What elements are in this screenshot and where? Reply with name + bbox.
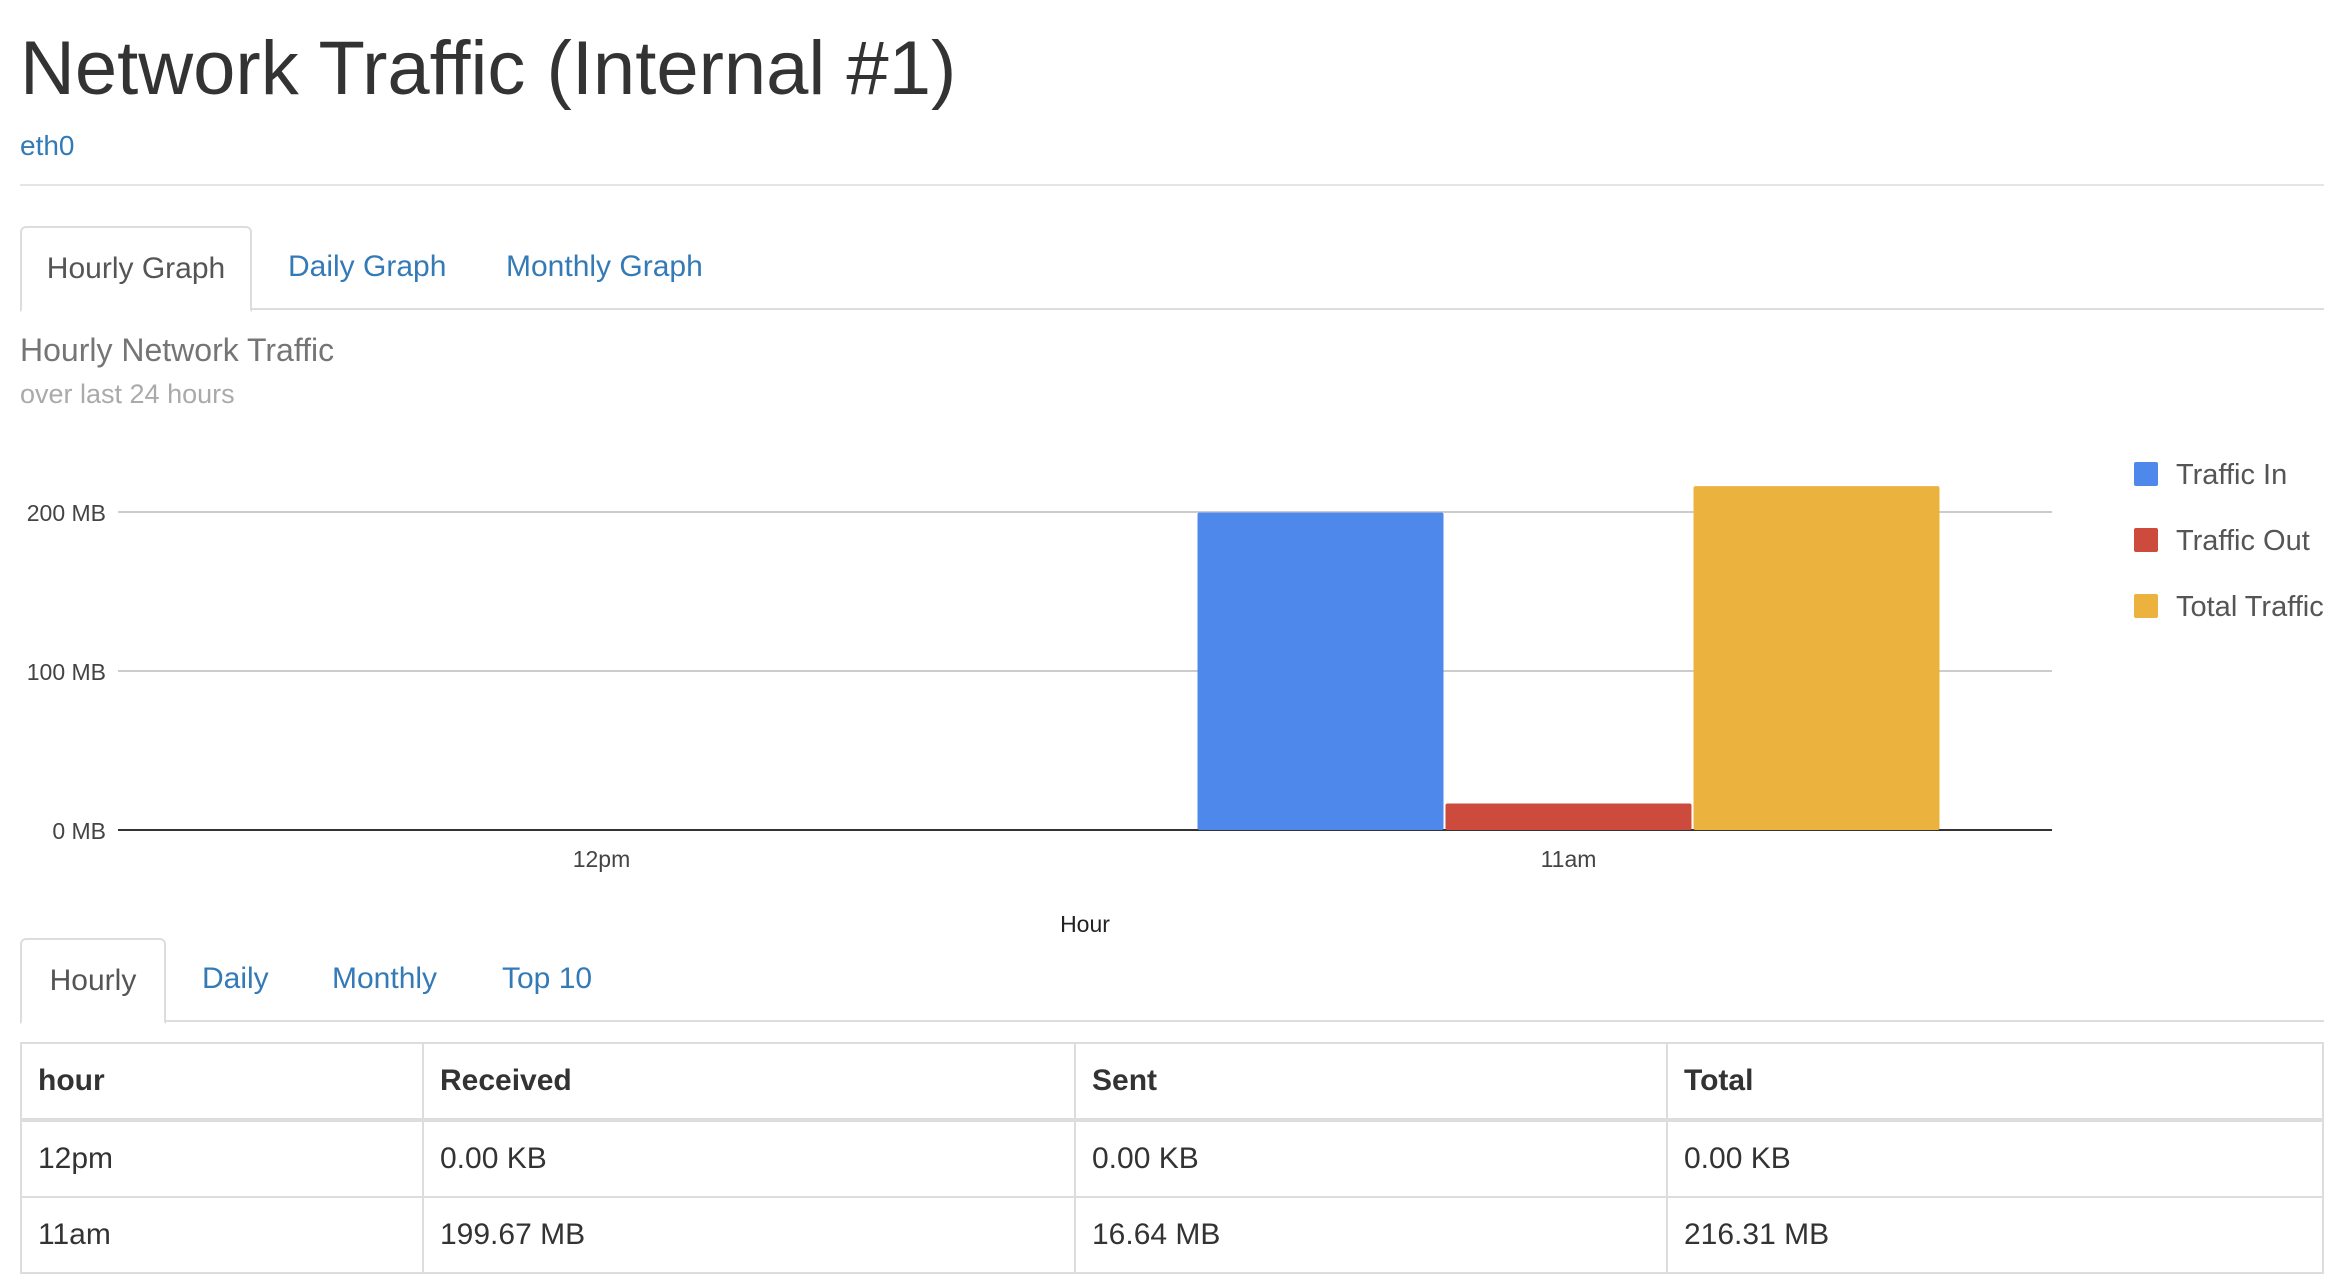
tab-monthly-table[interactable]: Monthly (332, 938, 437, 1022)
page-title: Network Traffic (Internal #1) (20, 26, 957, 111)
table-tabs: Hourly Daily Monthly Top 10 (20, 938, 2324, 1024)
legend-label: Total Traffic (2176, 591, 2324, 623)
tab-top10-table[interactable]: Top 10 (502, 938, 592, 1022)
y-tick-label: 200 MB (27, 500, 106, 526)
cell-total: 0.00 KB (1666, 1119, 2324, 1198)
graph-tabs: Hourly Graph Daily Graph Monthly Graph (20, 226, 2324, 312)
y-tick-label: 0 MB (52, 818, 106, 844)
cell-hour: 12pm (20, 1119, 424, 1198)
cell-hour: 11am (20, 1196, 424, 1274)
interface-link[interactable]: eth0 (20, 128, 75, 164)
table-row: 12pm 0.00 KB 0.00 KB 0.00 KB (20, 1119, 2324, 1198)
bar (1197, 512, 1444, 830)
tab-hourly-graph[interactable]: Hourly Graph (20, 226, 252, 312)
table-row: 11am 199.67 MB 16.64 MB 216.31 MB (20, 1196, 2324, 1274)
tab-hourly-table[interactable]: Hourly (20, 938, 166, 1024)
table-header-row: hour Received Sent Total (20, 1042, 2324, 1122)
traffic-table: hour Received Sent Total 12pm 0.00 KB 0.… (20, 1042, 2324, 1274)
column-header-sent: Sent (1074, 1042, 1668, 1122)
cell-sent: 16.64 MB (1074, 1196, 1668, 1274)
x-axis-label: Hour (1060, 911, 1110, 937)
chart-subtitle: over last 24 hours (20, 379, 235, 409)
column-header-received: Received (422, 1042, 1076, 1122)
y-tick-label: 100 MB (27, 659, 106, 685)
x-tick-label: 11am (1541, 846, 1597, 872)
legend-label: Traffic Out (2176, 525, 2310, 557)
cell-received: 199.67 MB (422, 1196, 1076, 1274)
header-divider (20, 184, 2324, 186)
bar (1445, 803, 1692, 830)
legend-label: Traffic In (2176, 459, 2287, 491)
tab-daily-table[interactable]: Daily (202, 938, 269, 1022)
cell-received: 0.00 KB (422, 1119, 1076, 1198)
column-header-total: Total (1666, 1042, 2324, 1122)
x-tick-label: 12pm (573, 846, 631, 872)
legend-swatch (2134, 594, 2158, 618)
legend-swatch (2134, 528, 2158, 552)
bar (1693, 486, 1940, 830)
traffic-bar-chart: 0 MB 100 MB 200 MB 12pm 11am Hour Traffic In Tr… (27, 459, 2324, 937)
tab-daily-graph[interactable]: Daily Graph (288, 226, 446, 310)
column-header-hour: hour (20, 1042, 424, 1122)
cell-sent: 0.00 KB (1074, 1119, 1668, 1198)
chart-title: Hourly Network Traffic (20, 332, 335, 368)
tab-monthly-graph[interactable]: Monthly Graph (506, 226, 703, 310)
cell-total: 216.31 MB (1666, 1196, 2324, 1274)
legend-swatch (2134, 462, 2158, 486)
